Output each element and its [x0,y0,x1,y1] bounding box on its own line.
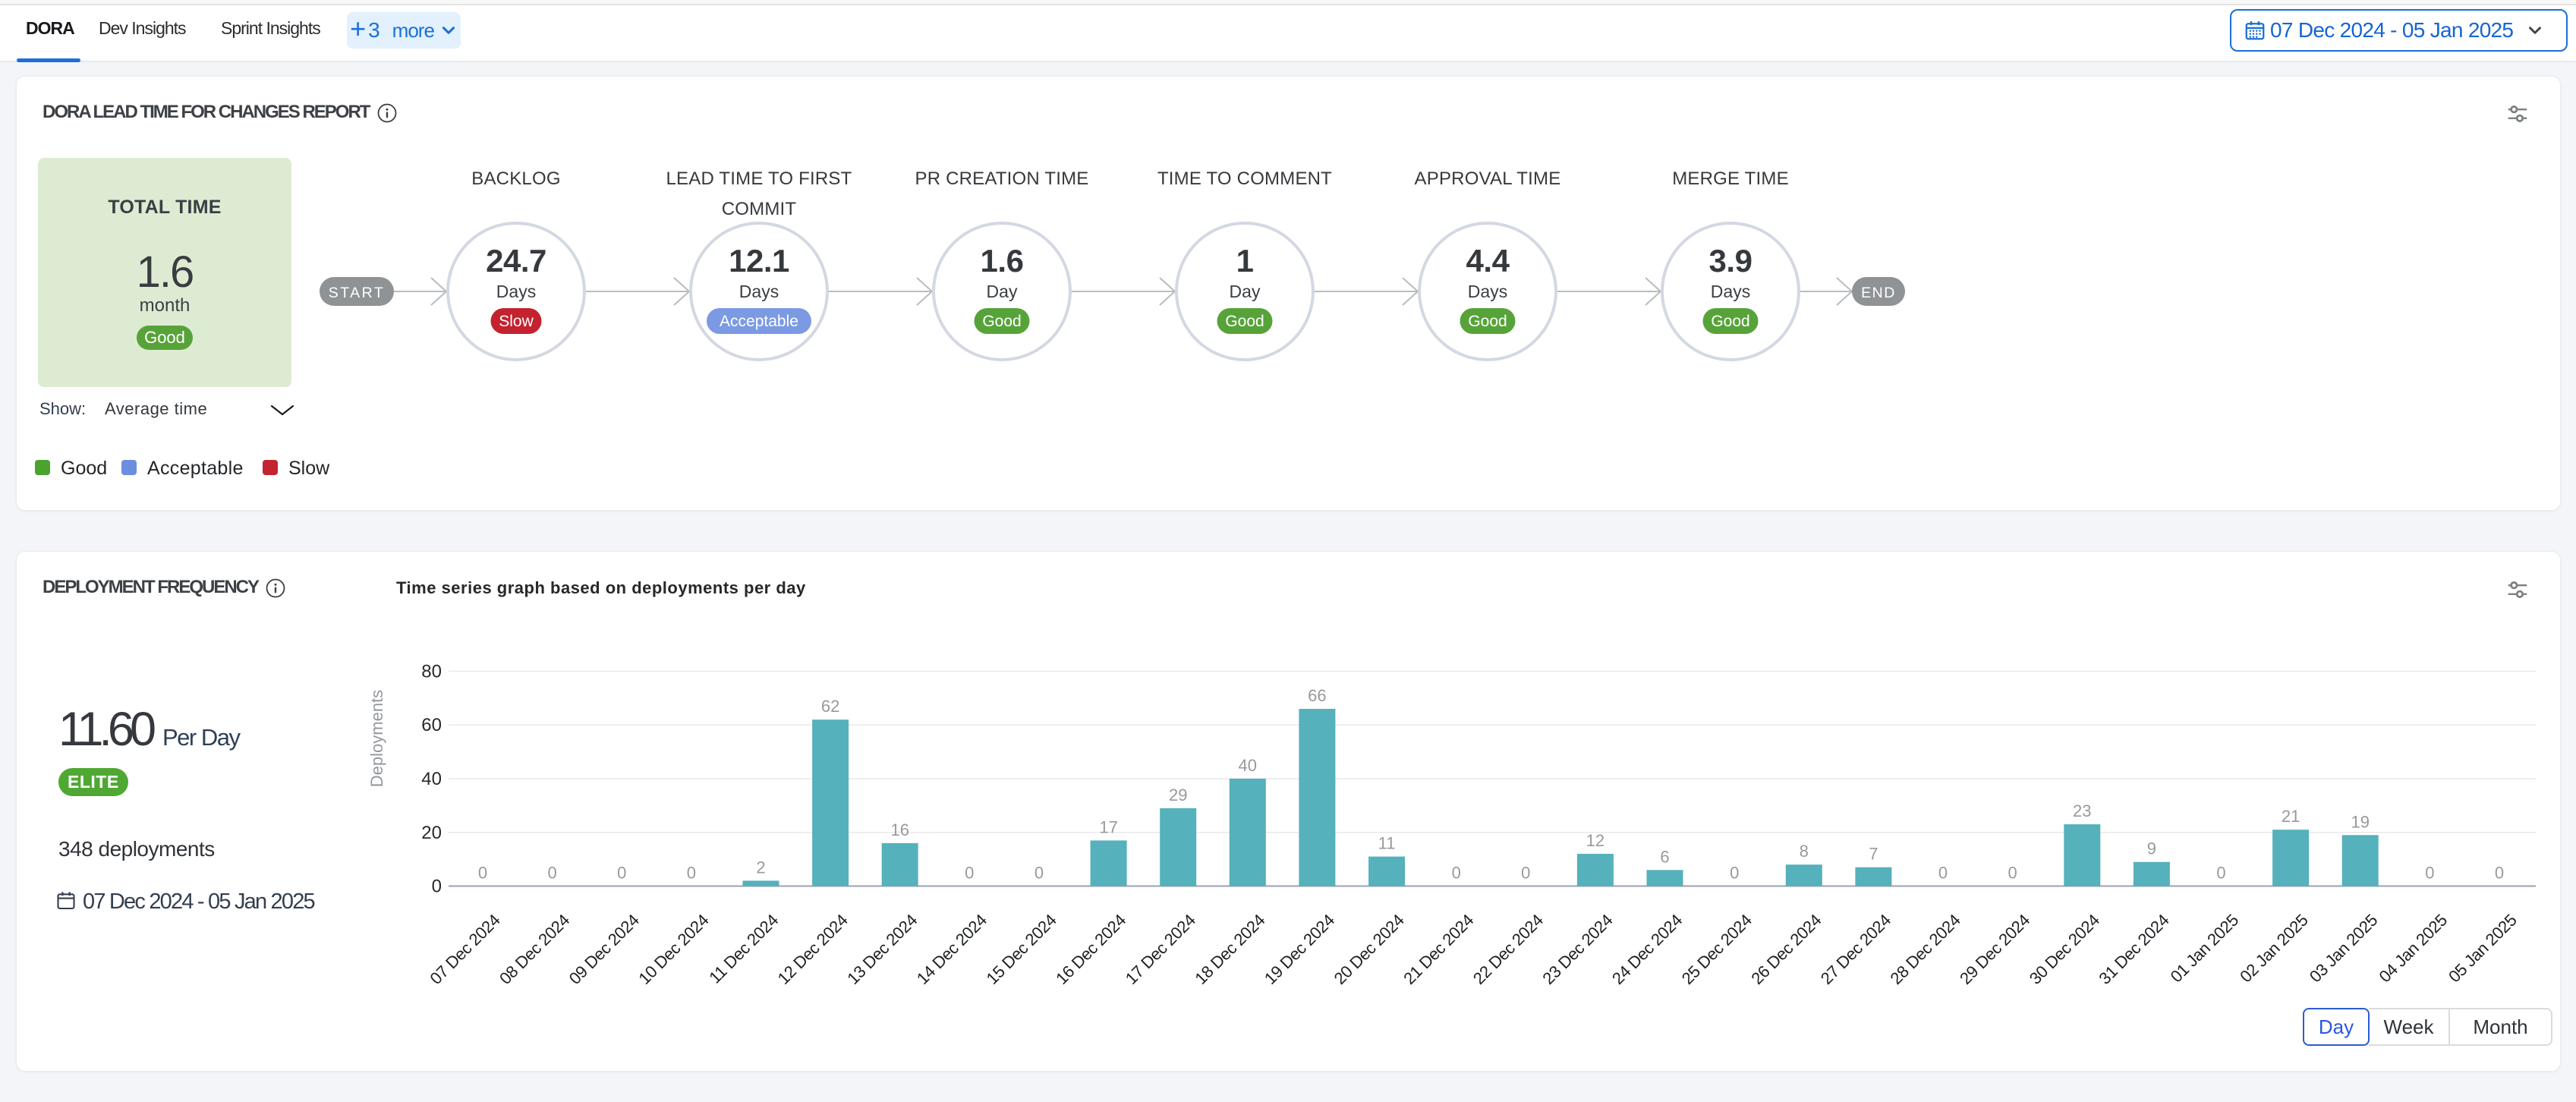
svg-text:MERGE TIME: MERGE TIME [1672,168,1789,189]
svg-text:START: START [329,285,386,301]
svg-text:Days: Days [739,282,779,301]
svg-text:0: 0 [2216,864,2225,883]
svg-text:3.9: 3.9 [1709,243,1752,279]
svg-text:11 Dec 2024: 11 Dec 2024 [705,911,782,987]
svg-text:0: 0 [965,864,974,883]
svg-text:11: 11 [1378,834,1396,853]
svg-text:0: 0 [547,864,556,883]
svg-text:29 Dec 2024: 29 Dec 2024 [1956,911,2033,988]
svg-text:21: 21 [2282,807,2300,826]
svg-text:25 Dec 2024: 25 Dec 2024 [1678,911,1756,988]
svg-text:19 Dec 2024: 19 Dec 2024 [1261,911,1338,988]
svg-text:0: 0 [2425,864,2434,883]
svg-text:13 Dec 2024: 13 Dec 2024 [843,911,921,988]
svg-text:Good: Good [1468,313,1507,330]
svg-text:03 Jan 2025: 03 Jan 2025 [2306,911,2382,987]
svg-text:23 Dec 2024: 23 Dec 2024 [1538,911,1616,988]
svg-text:2: 2 [756,858,765,877]
svg-text:01 Jan 2025: 01 Jan 2025 [2167,911,2243,987]
svg-text:PR CREATION TIME: PR CREATION TIME [915,168,1089,189]
svg-text:62: 62 [821,697,839,716]
svg-text:Acceptable: Acceptable [720,313,798,330]
svg-text:END: END [1861,285,1896,301]
svg-text:Slow: Slow [499,313,534,330]
svg-text:15 Dec 2024: 15 Dec 2024 [983,911,1060,988]
svg-text:Days: Days [1711,282,1750,301]
svg-text:18 Dec 2024: 18 Dec 2024 [1191,911,1268,988]
svg-text:0: 0 [432,877,442,897]
svg-text:8: 8 [1800,842,1809,861]
svg-text:26 Dec 2024: 26 Dec 2024 [1747,911,1825,988]
svg-text:19: 19 [2351,812,2369,831]
svg-text:Days: Days [1468,282,1507,301]
svg-text:09 Dec 2024: 09 Dec 2024 [565,911,643,988]
svg-text:0: 0 [1034,864,1044,883]
svg-text:27 Dec 2024: 27 Dec 2024 [1817,911,1894,988]
svg-text:0: 0 [2008,864,2017,883]
svg-text:12: 12 [1586,831,1604,850]
svg-text:0: 0 [1730,864,1739,883]
svg-text:20: 20 [421,823,442,843]
svg-text:12.1: 12.1 [729,243,789,279]
svg-text:9: 9 [2147,839,2156,858]
svg-text:28 Dec 2024: 28 Dec 2024 [1887,911,1964,988]
svg-text:04 Jan 2025: 04 Jan 2025 [2376,911,2452,987]
svg-text:16 Dec 2024: 16 Dec 2024 [1052,911,1129,988]
svg-text:08 Dec 2024: 08 Dec 2024 [496,911,573,988]
svg-text:Day: Day [987,282,1018,301]
svg-text:0: 0 [617,864,626,883]
svg-text:60: 60 [421,715,442,735]
svg-text:Good: Good [982,313,1021,330]
svg-text:29: 29 [1169,786,1187,804]
svg-text:07 Dec 2024: 07 Dec 2024 [427,911,504,988]
svg-text:05 Jan 2025: 05 Jan 2025 [2445,911,2521,987]
svg-text:APPROVAL TIME: APPROVAL TIME [1415,168,1561,189]
svg-text:80: 80 [421,662,442,682]
svg-text:30 Dec 2024: 30 Dec 2024 [2026,911,2103,988]
svg-text:6: 6 [1660,847,1669,866]
svg-text:Day: Day [1230,282,1261,301]
svg-text:31 Dec 2024: 31 Dec 2024 [2095,911,2172,988]
svg-text:BACKLOG: BACKLOG [471,168,560,189]
svg-text:23: 23 [2073,801,2091,820]
svg-text:12 Dec 2024: 12 Dec 2024 [774,911,852,988]
svg-text:17: 17 [1099,817,1117,836]
svg-text:66: 66 [1308,686,1326,705]
svg-text:TIME TO COMMENT: TIME TO COMMENT [1157,168,1332,189]
svg-text:0: 0 [2495,864,2504,883]
svg-text:10 Dec 2024: 10 Dec 2024 [635,911,712,988]
svg-text:Deployments: Deployments [367,690,386,787]
svg-text:16: 16 [890,820,909,839]
svg-text:0: 0 [478,864,487,883]
svg-text:7: 7 [1869,845,1878,864]
svg-text:02 Jan 2025: 02 Jan 2025 [2236,911,2312,987]
svg-text:0: 0 [687,864,696,883]
svg-text:20 Dec 2024: 20 Dec 2024 [1331,911,1408,988]
svg-text:24.7: 24.7 [486,243,546,279]
svg-text:Good: Good [1225,313,1264,330]
svg-text:4.4: 4.4 [1466,243,1510,279]
svg-text:0: 0 [1521,864,1530,883]
svg-text:22 Dec 2024: 22 Dec 2024 [1469,911,1547,988]
svg-text:0: 0 [1938,864,1948,883]
svg-text:Days: Days [496,282,536,301]
svg-text:1: 1 [1236,243,1254,279]
svg-text:COMMIT: COMMIT [722,199,797,219]
svg-text:14 Dec 2024: 14 Dec 2024 [913,911,990,988]
svg-text:24 Dec 2024: 24 Dec 2024 [1608,911,1686,988]
svg-text:LEAD TIME TO FIRST: LEAD TIME TO FIRST [666,168,852,189]
svg-text:40: 40 [421,769,442,789]
svg-text:21 Dec 2024: 21 Dec 2024 [1400,911,1477,988]
svg-text:0: 0 [1452,864,1461,883]
svg-text:17 Dec 2024: 17 Dec 2024 [1122,911,1199,988]
svg-text:40: 40 [1239,756,1257,775]
svg-text:Good: Good [1711,313,1749,330]
svg-text:1.6: 1.6 [981,243,1024,279]
